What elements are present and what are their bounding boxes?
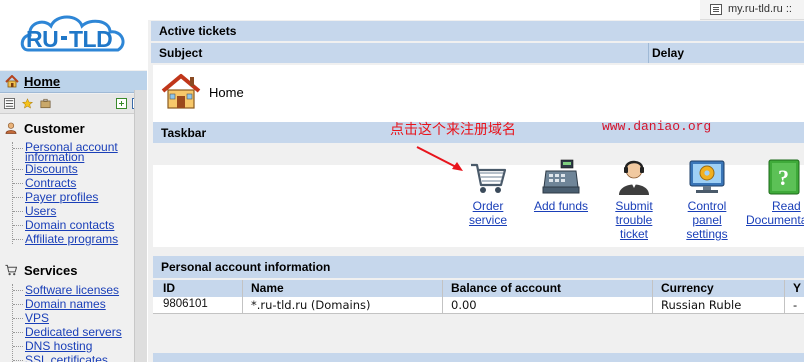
- task-read-doc-label-1: Read: [772, 199, 801, 213]
- book-icon: ?: [768, 159, 800, 195]
- shopping-cart-icon: [471, 163, 507, 193]
- home-title: Home: [209, 85, 244, 100]
- annotation-arrow-icon: [416, 146, 463, 171]
- sidebar-toolbar: [0, 94, 147, 114]
- cell-currency: Russian Ruble: [661, 298, 742, 312]
- account-info-header: Personal account information: [153, 256, 804, 278]
- sidebar-item-payer-profiles[interactable]: Payer profiles: [12, 191, 98, 203]
- task-submit-ticket-label-3: ticket: [619, 227, 648, 241]
- task-read-doc-label-2: Documenta: [746, 213, 804, 227]
- sidebar-home-label: Home: [24, 74, 61, 89]
- sidebar-section-customer-label: Customer: [24, 121, 85, 136]
- task-control-panel-label-2: panel: [692, 213, 722, 227]
- support-operator-icon: [619, 160, 649, 195]
- task-control-panel-label-3: settings: [686, 227, 728, 241]
- account-table-header-row: ID Name Balance of account Currency Y: [153, 280, 804, 297]
- cell-id: 9806101: [163, 298, 208, 310]
- task-submit-ticket-label-1: Submit: [615, 199, 653, 213]
- col-name[interactable]: Name: [245, 281, 440, 297]
- cell-name: *.ru-tld.ru (Domains): [251, 298, 371, 312]
- column-divider: [652, 280, 653, 314]
- site-header-strip: my.ru-tld.ru ::: [700, 0, 804, 20]
- sidebar-item-affiliate-programs[interactable]: Affiliate programs: [12, 233, 118, 245]
- column-divider: [648, 43, 649, 63]
- sidebar-scrollbar[interactable]: [134, 90, 147, 362]
- annotation-watermark: www.daniao.org: [602, 119, 712, 134]
- sidebar-item-vps[interactable]: VPS: [12, 312, 49, 324]
- sidebar-section-services-label: Services: [24, 263, 78, 278]
- sidebar: Home Customer Personal account informatio…: [0, 70, 147, 362]
- annotation-chinese-note: 点击这个来注册域名: [390, 121, 516, 137]
- task-control-panel-label-1: Control: [687, 199, 727, 213]
- svg-text:TLD: TLD: [69, 26, 112, 52]
- account-info-title: Personal account information: [161, 260, 331, 274]
- customer-person-icon: [5, 122, 17, 134]
- task-add-funds-label: Add funds: [533, 199, 589, 213]
- next-panel-header: [153, 353, 804, 362]
- services-cart-icon: [5, 264, 17, 276]
- active-tickets-title: Active tickets: [159, 24, 237, 38]
- home-house-icon: [161, 74, 201, 109]
- svg-text:?: ?: [778, 165, 789, 190]
- briefcase-icon[interactable]: [40, 98, 51, 109]
- col-currency[interactable]: Currency: [655, 281, 785, 297]
- cell-y: -: [793, 298, 798, 312]
- active-tickets-header: Active tickets: [151, 21, 804, 41]
- task-read-documentation[interactable]: ? Read Documenta: [746, 157, 804, 227]
- task-submit-ticket-label-2: trouble: [615, 213, 653, 227]
- col-balance[interactable]: Balance of account: [445, 281, 650, 297]
- home-icon: [5, 75, 19, 88]
- table-row[interactable]: 9806101 *.ru-tld.ru (Domains) 0.00 Russi…: [153, 297, 804, 314]
- ru-tld-logo[interactable]: RU TLD: [18, 10, 133, 66]
- active-tickets-columns: Subject Delay: [151, 43, 804, 63]
- taskbar-title: Taskbar: [161, 126, 207, 140]
- site-icon: [710, 4, 722, 15]
- main-content: Active tickets Subject Delay Home Taskba…: [148, 20, 804, 362]
- sidebar-item-domain-names[interactable]: Domain names: [13, 298, 106, 310]
- col-id[interactable]: ID: [157, 281, 242, 297]
- svg-text:RU: RU: [26, 26, 58, 52]
- sidebar-item-domain-contacts[interactable]: Domain contacts: [12, 219, 114, 231]
- expand-all-icon[interactable]: [116, 98, 127, 109]
- services-tree: Software licenses Domain names VPS Dedic…: [12, 284, 134, 362]
- sidebar-item-personal-account-info[interactable]: Personal account information: [13, 141, 118, 163]
- sidebar-item-dns-hosting[interactable]: DNS hosting: [12, 340, 92, 352]
- col-y[interactable]: Y: [787, 281, 804, 297]
- sidebar-section-customer[interactable]: Customer: [0, 118, 134, 138]
- sidebar-item-ssl-certificates[interactable]: SSL certificates: [13, 354, 108, 362]
- site-url-text: my.ru-tld.ru ::: [728, 3, 792, 15]
- sidebar-item-discounts[interactable]: Discounts: [13, 163, 78, 175]
- cash-register-icon: [542, 159, 580, 194]
- task-add-funds[interactable]: Add funds: [526, 157, 596, 213]
- column-divider: [784, 280, 785, 314]
- task-order-service-label-2: service: [468, 213, 507, 227]
- sidebar-item-users[interactable]: Users: [12, 205, 56, 217]
- sidebar-item-software-licenses[interactable]: Software licenses: [12, 284, 119, 296]
- sidebar-item-contracts[interactable]: Contracts: [12, 177, 76, 189]
- column-divider: [242, 280, 243, 314]
- taskbar-body: Order service Add funds Submit trouble t…: [153, 159, 804, 247]
- sidebar-item-dedicated-servers[interactable]: Dedicated servers: [13, 326, 122, 338]
- col-subject[interactable]: Subject: [159, 46, 202, 60]
- task-order-service-label-1: Order: [472, 199, 504, 213]
- monitor-settings-icon: [689, 160, 725, 193]
- sidebar-section-services[interactable]: Services: [0, 260, 134, 280]
- sidebar-item-home[interactable]: Home: [0, 71, 147, 93]
- col-delay[interactable]: Delay: [652, 46, 684, 60]
- cell-balance: 0.00: [451, 298, 477, 312]
- column-divider: [442, 280, 443, 314]
- task-submit-trouble-ticket[interactable]: Submit trouble ticket: [599, 157, 669, 241]
- task-control-panel-settings[interactable]: Control panel settings: [672, 157, 742, 241]
- favorites-star-icon[interactable]: [22, 98, 33, 109]
- list-view-icon[interactable]: [4, 98, 15, 109]
- customer-tree: Personal account information Discounts Co…: [12, 141, 134, 245]
